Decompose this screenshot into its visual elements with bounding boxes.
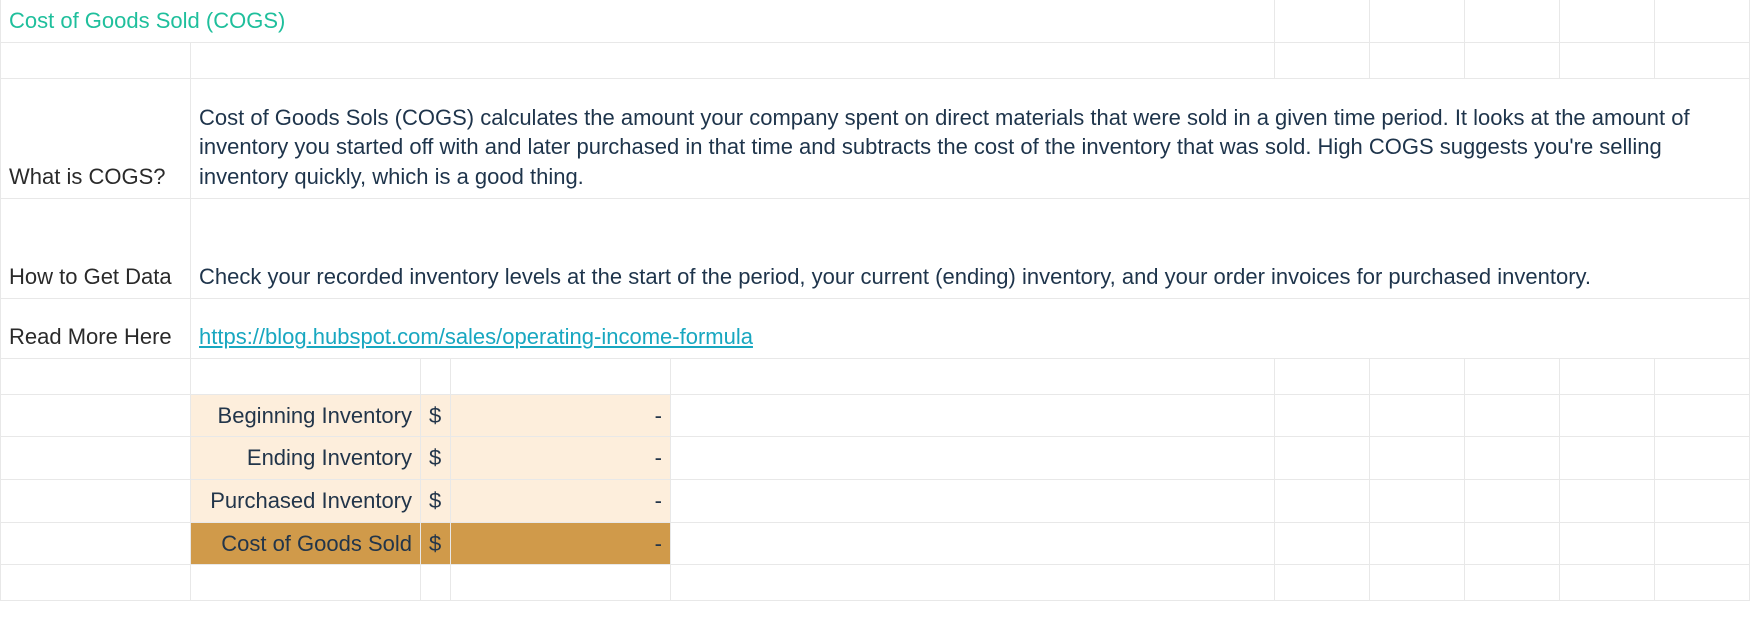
text-how-to-get-data: Check your recorded inventory levels at …	[191, 198, 1750, 298]
link-read-more[interactable]: https://blog.hubspot.com/sales/operating…	[199, 324, 753, 349]
row-ending-inventory-value[interactable]: -	[451, 437, 671, 480]
row-purchased-inventory-currency: $	[421, 480, 451, 523]
row-cogs-value: -	[451, 522, 671, 565]
row-beginning-inventory-currency: $	[421, 394, 451, 437]
spreadsheet-grid: Cost of Goods Sold (COGS) What is COGS? …	[0, 0, 1750, 601]
page-title: Cost of Goods Sold (COGS)	[1, 0, 1275, 42]
label-what-is-cogs: What is COGS?	[1, 78, 191, 198]
row-beginning-inventory-value[interactable]: -	[451, 394, 671, 437]
label-how-to-get-data: How to Get Data	[1, 198, 191, 298]
row-purchased-inventory-label: Purchased Inventory	[191, 480, 421, 523]
label-read-more: Read More Here	[1, 298, 191, 358]
row-cogs-label: Cost of Goods Sold	[191, 522, 421, 565]
row-ending-inventory-label: Ending Inventory	[191, 437, 421, 480]
text-what-is-cogs: Cost of Goods Sols (COGS) calculates the…	[191, 78, 1750, 198]
row-cogs-currency: $	[421, 522, 451, 565]
row-purchased-inventory-value[interactable]: -	[451, 480, 671, 523]
row-beginning-inventory-label: Beginning Inventory	[191, 394, 421, 437]
row-ending-inventory-currency: $	[421, 437, 451, 480]
